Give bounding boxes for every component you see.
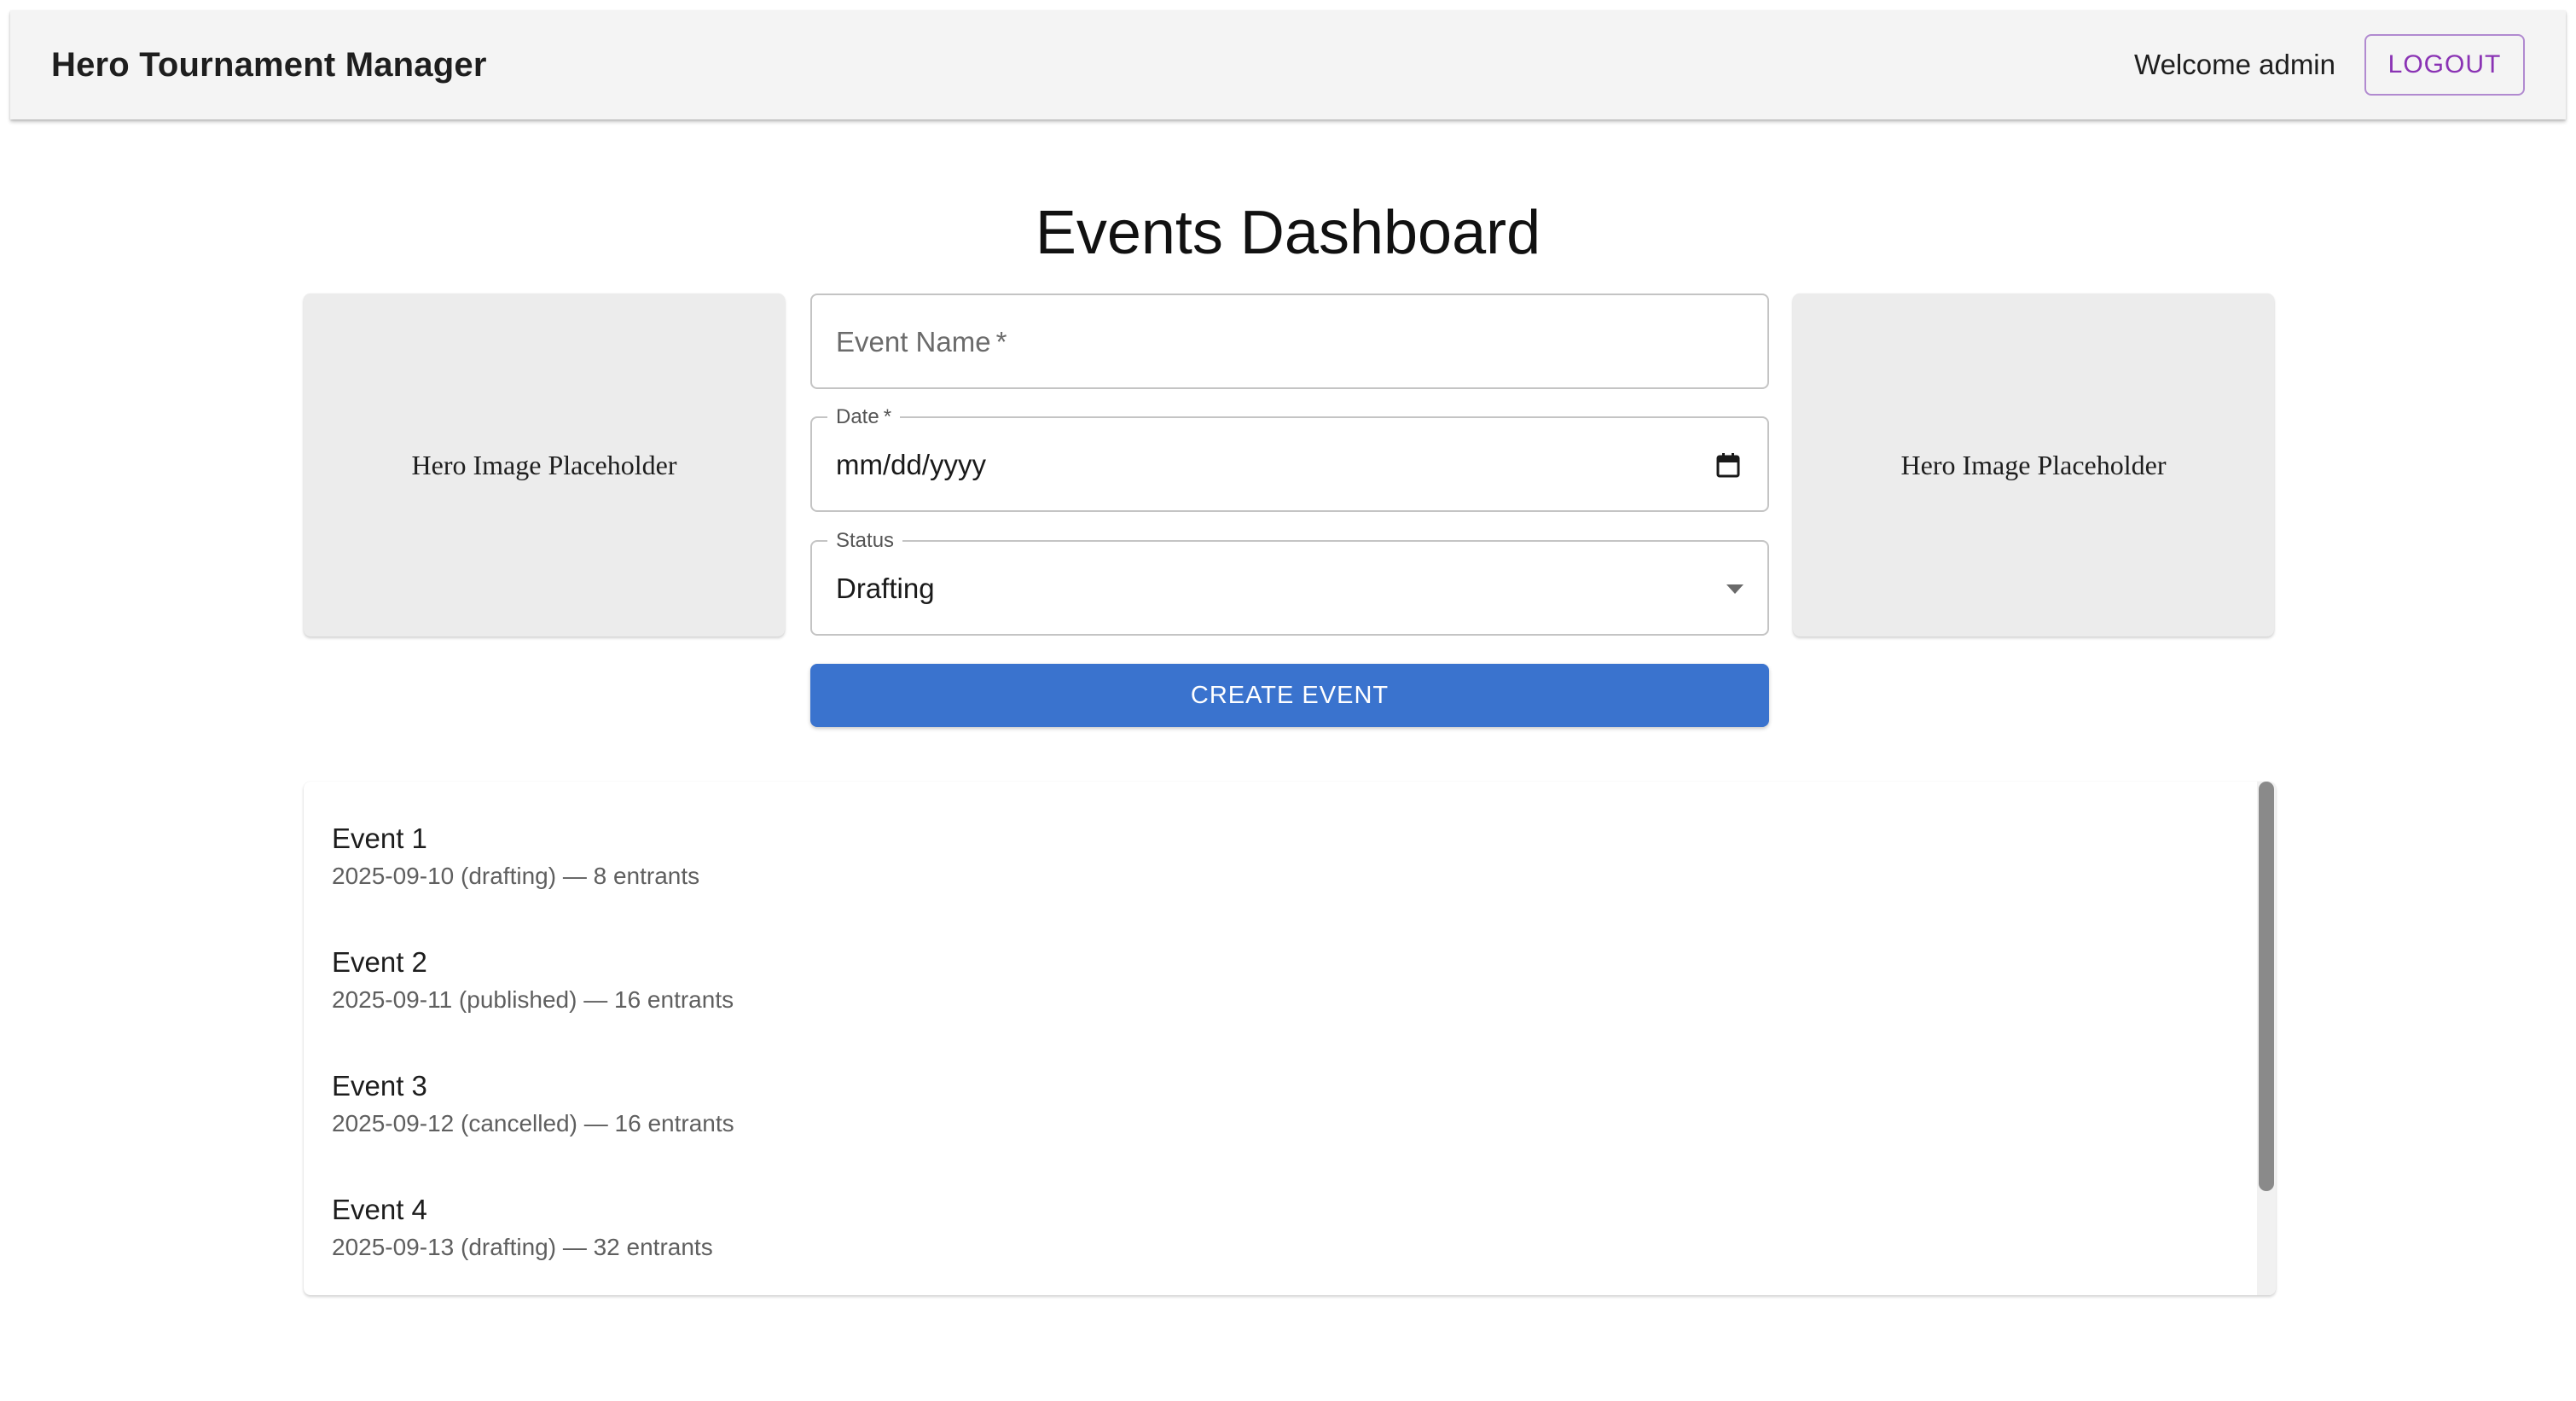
required-mark: * <box>995 326 1007 358</box>
event-name-label: Event Name * <box>836 326 1007 358</box>
date-field[interactable]: Date * mm/dd/yyyy <box>810 405 1769 512</box>
date-label: Date * <box>827 405 901 429</box>
date-value: mm/dd/yyyy <box>836 449 987 480</box>
event-title: Event 1 <box>332 823 427 854</box>
hero-image-placeholder-right: Hero Image Placeholder <box>1793 294 2274 637</box>
event-name-field[interactable]: Event Name * <box>810 294 1769 389</box>
list-item[interactable]: Event 1 2025-09-10 (drafting) — 8 entran… <box>304 824 2276 948</box>
create-event-button[interactable]: CREATE EVENT <box>810 664 1769 727</box>
event-title: Event 3 <box>332 1070 427 1102</box>
status-value: Drafting <box>836 573 935 604</box>
event-meta: 2025-09-13 (drafting) — 32 entrants <box>332 1234 713 1260</box>
event-title: Event 2 <box>332 946 427 978</box>
event-title: Event 4 <box>332 1194 427 1225</box>
page-title: Events Dashboard <box>1035 199 1541 267</box>
app-title: Hero Tournament Manager <box>51 45 487 84</box>
list-item[interactable]: Event 4 2025-09-13 (drafting) — 32 entra… <box>304 1195 2276 1295</box>
logout-button[interactable]: LOGOUT <box>2364 34 2525 96</box>
status-select[interactable]: Status Drafting <box>810 529 1769 636</box>
events-list: Event 1 2025-09-10 (drafting) — 8 entran… <box>304 782 2276 1295</box>
required-mark: * <box>883 405 892 428</box>
event-meta: 2025-09-12 (cancelled) — 16 entrants <box>332 1110 734 1136</box>
welcome-text: Welcome admin <box>2134 49 2335 80</box>
app-bar: Hero Tournament Manager Welcome admin LO… <box>10 10 2566 119</box>
hero-image-placeholder-left: Hero Image Placeholder <box>304 294 785 637</box>
list-item[interactable]: Event 3 2025-09-12 (cancelled) — 16 entr… <box>304 1072 2276 1195</box>
list-item[interactable]: Event 2 2025-09-11 (published) — 16 entr… <box>304 948 2276 1072</box>
status-label: Status <box>827 529 903 553</box>
user-area: Welcome admin LOGOUT <box>2134 34 2525 96</box>
events-list-panel: Event 1 2025-09-10 (drafting) — 8 entran… <box>304 782 2276 1295</box>
dropdown-arrow-icon[interactable] <box>1726 584 1743 594</box>
event-meta: 2025-09-11 (published) — 16 entrants <box>332 986 734 1013</box>
scrollbar-thumb[interactable] <box>2259 782 2274 1191</box>
calendar-icon[interactable] <box>1716 452 1740 478</box>
scrollbar-track[interactable] <box>2257 782 2276 1295</box>
event-meta: 2025-09-10 (drafting) — 8 entrants <box>332 863 700 889</box>
